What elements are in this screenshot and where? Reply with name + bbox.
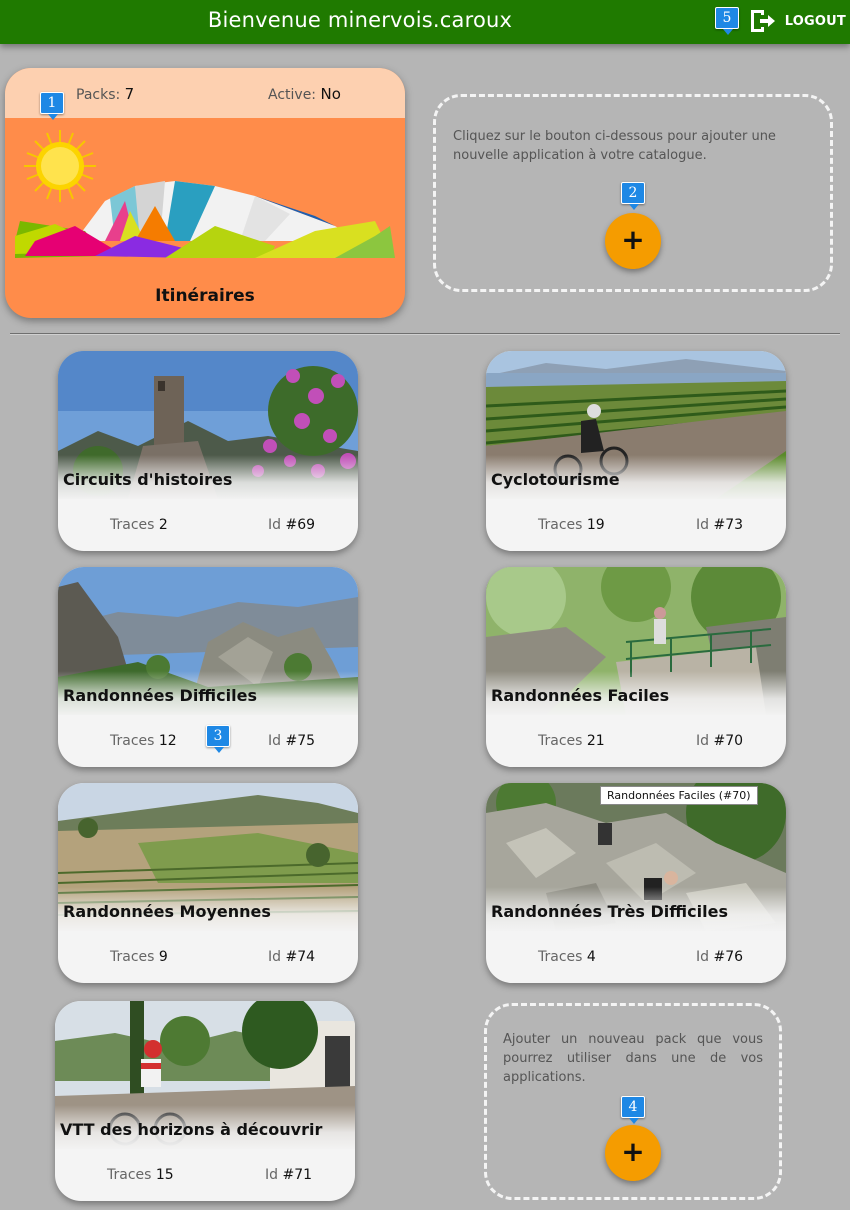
pack-traces: Traces 2: [110, 517, 168, 533]
pack-card-randonnees-moyennes[interactable]: Randonnées Moyennes Traces 9 Id #74: [58, 783, 358, 983]
marker-4: 4: [621, 1096, 645, 1124]
pack-traces: Traces 9: [110, 949, 168, 965]
pack-name: Cyclotourisme: [491, 470, 620, 489]
add-pack-text: Ajouter un nouveau pack que vous pourrez…: [503, 1032, 763, 1085]
add-pack-button[interactable]: +: [605, 1125, 661, 1181]
add-app-button[interactable]: +: [605, 213, 661, 269]
logout-icon: [750, 10, 775, 32]
pack-card-cyclotourisme[interactable]: Cyclotourisme Traces 19 Id #73: [486, 351, 786, 551]
app-card-header: Packs: 7 Active: No: [5, 68, 405, 118]
pack-name: Randonnées Très Difficiles: [491, 902, 728, 921]
marker-3: 3: [206, 725, 230, 753]
pack-id: Id #69: [268, 517, 316, 533]
pack-traces: Traces 12: [110, 733, 177, 749]
app-active-status: Active: No: [268, 85, 341, 103]
marker-1: 1: [40, 92, 64, 120]
pack-name: Randonnées Faciles: [491, 686, 670, 705]
pack-card-randonnees-tres-difficiles[interactable]: Randonnées Très Difficiles Traces 4 Id #…: [486, 783, 786, 983]
pack-name: VTT des horizons à découvrir: [60, 1120, 323, 1139]
app-logo: [15, 130, 395, 258]
pack-name: Circuits d'histoires: [63, 470, 233, 489]
pack-traces: Traces 15: [107, 1167, 174, 1183]
pack-card-circuits-histoires[interactable]: Circuits d'histoires Traces 2 Id #69: [58, 351, 358, 551]
pack-card-randonnees-faciles[interactable]: Randonnées Faciles Traces 21 Id #70: [486, 567, 786, 767]
app-card-itineraires[interactable]: Packs: 7 Active: No Itinéraires: [5, 68, 405, 318]
pack-id: Id #74: [268, 949, 316, 965]
pack-id: Id #73: [696, 517, 744, 533]
pack-card-vtt[interactable]: VTT des horizons à découvrir Traces 15 I…: [55, 1001, 355, 1201]
pack-traces: Traces 21: [538, 733, 605, 749]
add-app-text: Cliquez sur le bouton ci-dessous pour aj…: [453, 129, 776, 163]
logout-label: LOGOUT: [784, 13, 846, 29]
pack-id: Id #71: [265, 1167, 313, 1183]
pack-name: Randonnées Difficiles: [63, 686, 257, 705]
pack-id: Id #70: [696, 733, 744, 749]
pack-name: Randonnées Moyennes: [63, 902, 271, 921]
app-name: Itinéraires: [155, 286, 255, 306]
logout-button[interactable]: LOGOUT: [747, 6, 846, 36]
page-title: Bienvenue minervois.caroux: [207, 8, 513, 32]
pack-id: Id #76: [696, 949, 744, 965]
pack-traces: Traces 19: [538, 517, 605, 533]
pack-tooltip: Randonnées Faciles (#70): [600, 786, 758, 805]
pack-id: Id #75: [268, 733, 316, 749]
marker-5: 5: [715, 7, 739, 35]
marker-2: 2: [621, 182, 645, 210]
pack-traces: Traces 4: [538, 949, 596, 965]
app-packs-count: Packs: 7: [76, 85, 135, 103]
section-divider: [10, 333, 840, 334]
